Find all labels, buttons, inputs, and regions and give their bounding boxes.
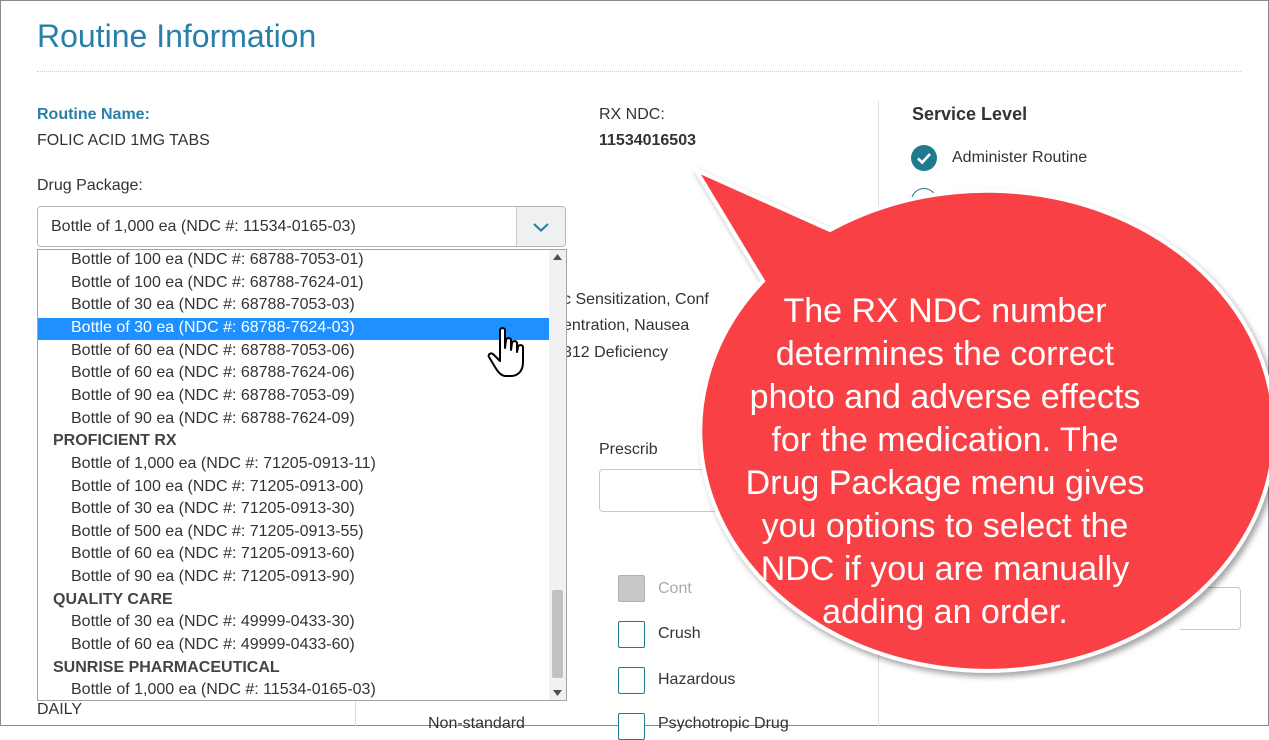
callout-line: The RX NDC number	[783, 292, 1107, 330]
drug-package-label: Drug Package:	[37, 177, 143, 194]
dropdown-option[interactable]: Bottle of 500 ea (NDC #: 71205-0913-55)	[38, 522, 549, 544]
dropdown-group-header: SUNRISE PHARMACEUTICAL	[53, 658, 280, 676]
callout-line: NDC if you are manually	[760, 550, 1130, 588]
callout-line: Drug Package menu gives	[745, 464, 1145, 502]
callout-line: you options to select the	[761, 507, 1129, 545]
dropdown-option[interactable]: Bottle of 90 ea (NDC #: 68788-7053-09)	[38, 386, 549, 408]
non-standard-label: Non-standard	[428, 715, 525, 732]
dropdown-option[interactable]: Bottle of 90 ea (NDC #: 71205-0913-90)	[38, 567, 549, 589]
dropdown-option[interactable]: Bottle of 60 ea (NDC #: 68788-7053-06)	[38, 341, 549, 363]
checkbox-crush-label: Crush	[658, 625, 701, 642]
service-level-title: Service Level	[912, 104, 1028, 124]
dropdown-option[interactable]: Bottle of 1,000 ea (NDC #: 71205-0913-11…	[38, 454, 549, 476]
rx-ndc-value: 11534016503	[599, 132, 696, 149]
dropdown-group-header: PROFICIENT RX	[53, 432, 177, 450]
dropdown-toggle-button[interactable]	[516, 207, 565, 246]
dropdown-option[interactable]: Bottle of 30 ea (NDC #: 68788-7053-03)	[38, 295, 549, 317]
dropdown-option[interactable]: Bottle of 100 ea (NDC #: 71205-0913-00)	[38, 477, 549, 499]
drug-package-selected-value: Bottle of 1,000 ea (NDC #: 11534-0165-03…	[51, 218, 356, 235]
checkbox-psychotropic-label: Psychotropic Drug	[658, 715, 789, 732]
checkbox-psychotropic[interactable]	[618, 713, 645, 740]
radio-assistance-label: Assistance	[952, 193, 1030, 210]
adverse-effects-text-1: c Sensitization, Conf	[563, 291, 709, 308]
routine-name-label: Routine Name:	[37, 106, 150, 123]
routine-name-value: FOLIC ACID 1MG TABS	[37, 132, 210, 149]
radio-administer-routine[interactable]	[911, 145, 937, 171]
checkbox-hazardous-label: Hazardous	[658, 671, 736, 688]
chevron-down-icon	[533, 223, 549, 233]
drug-package-select[interactable]: Bottle of 1,000 ea (NDC #: 11534-0165-03…	[37, 206, 566, 247]
callout-line: for the medication. The	[771, 421, 1119, 459]
dropdown-option[interactable]: Bottle of 100 ea (NDC #: 68788-7624-01)	[38, 273, 549, 295]
page-title: Routine Information	[37, 18, 317, 54]
dropdown-option[interactable]: Bottle of 30 ea (NDC #: 71205-0913-30)	[38, 499, 549, 521]
hand-pointer-icon	[487, 327, 524, 377]
adverse-effects-text-3: 312 Deficiency	[563, 344, 668, 361]
radio-assistance[interactable]	[911, 188, 937, 214]
dropdown-group-header: QUALITY CARE	[53, 590, 173, 608]
drug-package-dropdown-list[interactable]: Bottle of 100 ea (NDC #: 68788-7053-01) B…	[37, 249, 567, 701]
rx-ndc-label: RX NDC:	[599, 106, 665, 123]
callout-text: The RX NDC number determines the correct…	[700, 290, 1190, 634]
radio-administer-routine-label: Administer Routine	[952, 149, 1088, 166]
scroll-down-arrow-icon[interactable]	[553, 690, 562, 696]
checkmark-icon	[917, 153, 931, 165]
adverse-effects-text-2: entration, Nausea	[563, 317, 690, 334]
callout-line: determines the correct	[775, 335, 1115, 373]
dropdown-option[interactable]: Bottle of 100 ea (NDC #: 68788-7053-01)	[38, 250, 549, 272]
checkbox-controlled-label: Cont	[658, 580, 692, 597]
dropdown-option[interactable]: Bottle of 1,000 ea (NDC #: 11534-0165-03…	[38, 680, 549, 700]
dropdown-scrollbar[interactable]	[549, 250, 566, 700]
checkbox-controlled[interactable]	[618, 575, 645, 602]
scroll-up-arrow-icon[interactable]	[553, 254, 562, 260]
column-divider-left	[355, 700, 356, 726]
prescribed-label: Prescrib	[599, 441, 658, 458]
dropdown-option[interactable]: Bottle of 60 ea (NDC #: 49999-0433-60)	[38, 635, 549, 657]
callout-line: photo and adverse effects	[749, 378, 1141, 416]
checkbox-crush[interactable]	[618, 621, 645, 648]
callout-line: adding an order.	[822, 593, 1068, 631]
dropdown-option[interactable]: Bottle of 90 ea (NDC #: 68788-7624-09)	[38, 409, 549, 431]
checkbox-hazardous[interactable]	[618, 667, 645, 694]
dropdown-option[interactable]: Bottle of 30 ea (NDC #: 49999-0433-30)	[38, 612, 549, 634]
dropdown-option[interactable]: Bottle of 60 ea (NDC #: 68788-7624-06)	[38, 363, 549, 385]
title-divider	[37, 71, 1241, 72]
frequency-value: DAILY	[37, 701, 83, 718]
scrollbar-thumb[interactable]	[552, 590, 563, 678]
dropdown-option[interactable]: Bottle of 60 ea (NDC #: 71205-0913-60)	[38, 544, 549, 566]
dropdown-option-highlighted[interactable]: Bottle of 30 ea (NDC #: 68788-7624-03)	[38, 317, 549, 340]
